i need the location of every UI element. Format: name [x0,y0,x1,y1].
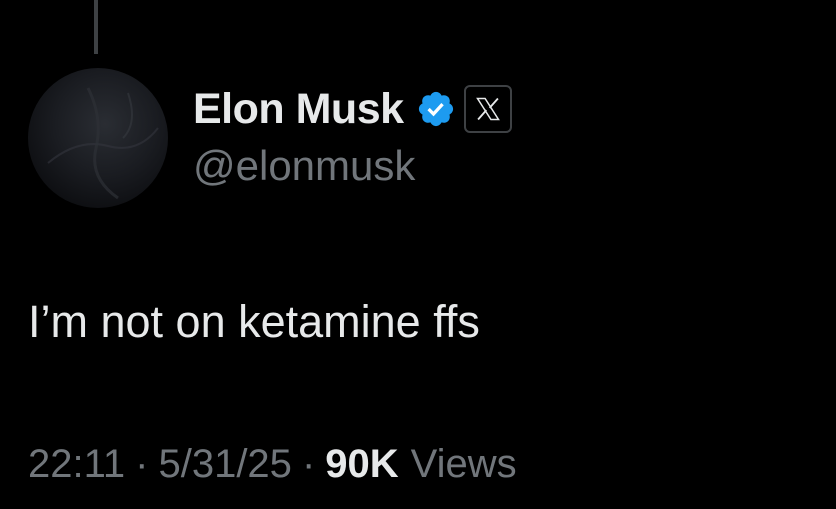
x-logo-icon[interactable] [463,85,512,133]
tweet-text: I’m not on ketamine ffs [28,296,480,347]
meta-separator: · [301,442,316,486]
author-name-row: Elon Musk [193,80,512,138]
tweet-time[interactable]: 22:11 [28,442,125,487]
thread-connector-line [94,0,98,54]
tweet-meta-row: 22:11 · 5/31/25 · 90K Views [28,442,517,487]
verified-badge-icon[interactable] [416,89,456,129]
author-handle[interactable]: @elonmusk [193,142,415,190]
tweet-date[interactable]: 5/31/25 [158,442,291,487]
views-label[interactable]: Views [411,442,517,487]
avatar[interactable] [28,68,168,208]
meta-separator: · [135,442,149,486]
avatar-image [47,87,159,200]
views-count[interactable]: 90K [325,442,398,487]
author-display-name[interactable]: Elon Musk [193,85,404,134]
